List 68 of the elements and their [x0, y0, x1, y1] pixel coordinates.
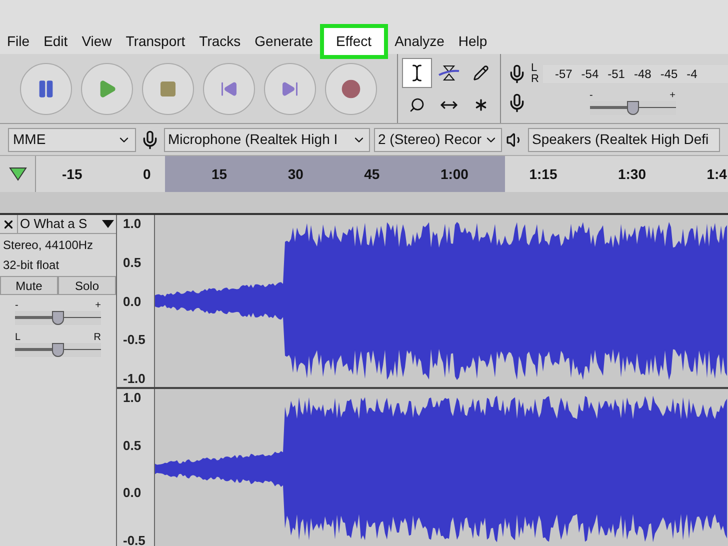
zoom-icon — [409, 96, 425, 112]
scale-label: 1.0 — [123, 391, 142, 404]
channels-dropdown[interactable]: 2 (Stereo) Recor — [374, 128, 502, 152]
close-icon — [2, 218, 15, 230]
track-info-text: 32-bit float — [3, 257, 60, 274]
envelope-icon — [438, 64, 460, 82]
triangle-icon — [8, 167, 26, 181]
ruler-tick-label: 1:15 — [529, 164, 558, 184]
track-info-text: Stereo, 44100Hz — [3, 237, 94, 254]
slider-max-label: + — [95, 301, 101, 311]
scale-label: 0.5 — [123, 256, 142, 269]
dropdown-triangle-icon — [102, 220, 114, 228]
track-name-menu[interactable]: O What a S — [18, 215, 116, 233]
meter-tick-label: -54 — [581, 66, 599, 82]
mute-button[interactable]: Mute — [0, 276, 58, 295]
slider-thumb[interactable] — [52, 311, 64, 325]
menu-item[interactable]: Help — [451, 24, 494, 58]
pause-button[interactable] — [20, 62, 72, 114]
skip-start-icon — [220, 80, 238, 98]
meter-tick-label: -45 — [660, 66, 678, 82]
meter-tick-label: -4 — [686, 66, 698, 82]
scale-label: 0.0 — [123, 294, 142, 308]
ruler-tick-label: 1:4 — [706, 164, 727, 184]
ruler-tick-label: 30 — [288, 164, 304, 184]
skip-start-button[interactable] — [203, 62, 255, 114]
stop-icon — [159, 80, 177, 98]
ruler-tick-label: 0 — [142, 164, 151, 184]
record-button[interactable] — [325, 62, 377, 114]
scale-label: -1.0 — [123, 372, 146, 385]
scale-label: -0.5 — [123, 534, 146, 546]
menu-item[interactable]: Analyze — [388, 24, 452, 58]
slider-thumb[interactable] — [626, 100, 638, 114]
ruler-tick-label: 15 — [212, 164, 228, 184]
speakers-dropdown[interactable]: Speakers (Realtek High Defi — [528, 128, 720, 152]
ruler-tick-label: 1:30 — [618, 164, 646, 184]
menu-item[interactable]: View — [74, 24, 119, 58]
meter-tick-label: -51 — [608, 66, 625, 82]
meter-tick-label: -57 — [554, 66, 572, 82]
meter-tick-label: -48 — [634, 66, 652, 82]
menu-item[interactable]: Generate — [248, 24, 320, 58]
microphone-dropdown[interactable]: Microphone (Realtek High I — [164, 128, 370, 152]
ruler-tick-label: 45 — [364, 164, 380, 184]
skip-end-icon — [281, 80, 299, 98]
slider-thumb[interactable] — [52, 343, 64, 357]
scale-label: 1.0 — [123, 217, 142, 230]
solo-button[interactable]: Solo — [58, 276, 116, 295]
ruler-tick-label: -15 — [62, 164, 82, 184]
record-icon — [341, 78, 361, 98]
skip-end-button[interactable] — [264, 62, 316, 114]
menu-item[interactable]: Tracks — [192, 24, 248, 58]
slider-min-label: - — [590, 90, 593, 100]
menu-item[interactable]: Transport — [118, 24, 192, 58]
menu-item[interactable]: Edit — [36, 24, 75, 58]
pencil-icon — [473, 64, 489, 80]
ruler-tick-label: 1:00 — [440, 164, 468, 184]
meter-channel-label: L — [531, 62, 538, 74]
selection-tool[interactable] — [402, 58, 432, 88]
meter-channel-label: R — [531, 74, 539, 84]
menu-item[interactable]: File — [0, 24, 37, 58]
scale-label: 0.5 — [123, 438, 142, 452]
host-dropdown[interactable]: MME — [8, 128, 136, 152]
slider-min-label: L — [15, 333, 21, 343]
scale-label: -0.5 — [123, 333, 146, 346]
slider-min-label: - — [15, 301, 18, 311]
menu-item[interactable]: Effect — [320, 24, 388, 58]
slider-max-label: + — [670, 90, 676, 100]
scale-label: 0.0 — [123, 486, 142, 500]
slider-max-label: R — [94, 333, 101, 343]
